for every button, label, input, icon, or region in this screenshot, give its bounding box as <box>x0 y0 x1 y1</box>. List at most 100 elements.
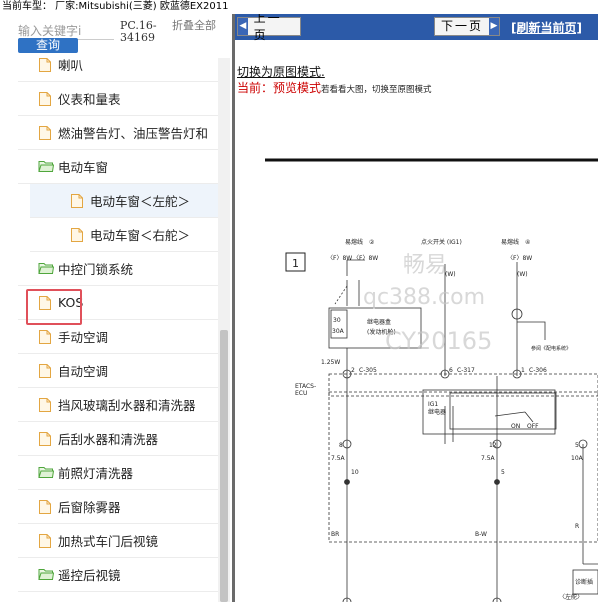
junction-dot-1 <box>344 479 350 485</box>
on-label: ON <box>511 423 520 430</box>
file-icon <box>70 227 84 243</box>
connector-3: C-306 <box>529 367 547 374</box>
file-icon <box>38 499 52 515</box>
r-wire <box>582 444 598 565</box>
fuse-8: 8 <box>339 442 343 449</box>
wire-bw-label: B-W <box>475 531 487 538</box>
file-icon <box>38 125 52 141</box>
relay-box-text-1: 继电器盒 <box>367 318 391 326</box>
tree-item[interactable]: 自动空调 <box>18 354 218 388</box>
amp-3: 10A <box>571 455 584 462</box>
fuse1-lead <box>346 259 365 276</box>
fuse-num-1: ② <box>369 239 375 246</box>
sidebar-scrollbar[interactable] <box>218 58 230 602</box>
file-icon <box>38 533 52 549</box>
fuse1-wires <box>346 280 360 306</box>
tree-item-label: 加热式车门后视镜 <box>58 534 159 549</box>
switch-original-mode-link[interactable]: 切换为原图模式. <box>237 63 325 80</box>
ignition-label: 点火开关 (IG1) <box>421 238 462 246</box>
arrow-right-icon: ▶ <box>489 18 499 35</box>
tree-item[interactable]: 后窗除雾器 <box>18 490 218 524</box>
relay-box-num: 30 <box>333 317 341 324</box>
diag-note: 诊断插 <box>575 578 593 586</box>
tree-item-label: 电动车窗 <box>58 160 109 175</box>
tree-item[interactable]: 手动空调 <box>18 320 218 354</box>
refresh-page-link[interactable]: [刷新当前页] <box>511 19 582 36</box>
tree-item[interactable]: 喇叭 <box>18 48 218 82</box>
tree-item[interactable]: 电动车窗 <box>18 150 218 184</box>
tree-item[interactable]: 电动车窗＜左舵＞ <box>30 184 218 218</box>
relay-switch <box>494 411 534 423</box>
tree-item-label: 中控门锁系统 <box>58 262 134 277</box>
file-icon <box>38 431 52 447</box>
tree-item[interactable]: 电动车窗＜右舵＞ <box>30 218 218 252</box>
tree-item[interactable]: 燃油警告灯、油压警告灯和 <box>18 116 218 150</box>
fuse-label-2: 易熔线 <box>501 238 519 246</box>
tree-item[interactable]: 前照灯清洗器 <box>18 456 218 490</box>
connector-1: C-305 <box>359 367 377 374</box>
ecu-label-2: ECU <box>295 390 307 397</box>
fuse1-dash <box>334 285 348 305</box>
folder-open-icon <box>38 465 55 481</box>
document-code: PC.16-34169 <box>120 19 157 44</box>
scrollbar-thumb[interactable] <box>220 330 228 602</box>
ig1-relay-inner <box>449 392 557 430</box>
file-icon <box>38 329 52 345</box>
relay-coil <box>444 406 454 444</box>
next-page-label: 下一页 <box>441 19 484 33</box>
tree-item[interactable]: 加热式车门后视镜 <box>18 524 218 558</box>
watermark-line-3: CY20165 <box>385 327 492 355</box>
connector-2: C-317 <box>457 367 475 374</box>
junction-dot-2 <box>494 479 500 485</box>
amp-1: 7.5A <box>331 455 346 462</box>
frame-number: 1 <box>292 257 299 270</box>
pin-5: 5 <box>501 469 505 476</box>
reference-note: 参阅《配电系统》 <box>531 345 571 352</box>
page-nav-bar: ◀ 上一页 下一页 ▶ [刷新当前页] <box>235 14 598 42</box>
tree-item-label: 自动空调 <box>58 364 109 379</box>
tree-item-label: 手动空调 <box>58 330 109 345</box>
tree-item[interactable]: KOS <box>18 286 218 320</box>
watermark-line-2: qc388.com <box>363 285 485 310</box>
view-mode-line: 当前：预览模式若看看大图，切换至原图模式 <box>237 79 432 96</box>
arrow-left-icon: ◀ <box>238 18 248 35</box>
file-icon <box>38 295 52 311</box>
prev-page-label: 上一页 <box>253 14 282 42</box>
next-page-button[interactable]: 下一页 ▶ <box>434 17 500 36</box>
w-label-2: (W) <box>517 271 528 278</box>
fb-label-1: 〈F〉8W <box>327 255 352 262</box>
folder-open-icon <box>38 159 55 175</box>
content-panel: ◀ 上一页 下一页 ▶ [刷新当前页] 切换为原图模式. 当前：预览模式若看看大… <box>235 14 598 602</box>
tree-item-label: 后窗除雾器 <box>58 500 121 515</box>
watermark-line-1: 畅易 <box>403 253 447 278</box>
wire-r-label: R <box>575 523 579 530</box>
tree-item-label: 挡风玻璃刮水器和清洗器 <box>58 398 196 413</box>
file-icon <box>38 91 52 107</box>
wiring-diagram[interactable]: 1 易熔线 ② 易熔线 ④ 点火开关 (IG1) 〈F〉8W 〈F〉8W 〈F〉… <box>235 144 598 602</box>
bottom-note: 〈左舵〉 <box>559 593 583 601</box>
pin-10: 10 <box>351 469 359 476</box>
tree-item[interactable]: 中控门锁系统 <box>18 252 218 286</box>
file-icon <box>38 397 52 413</box>
collapse-all-link[interactable]: 折叠全部 <box>172 20 216 31</box>
tree-item[interactable]: 挡风玻璃刮水器和清洗器 <box>18 388 218 422</box>
fb-label-2: 〈F〉8W <box>353 255 378 262</box>
wire-br-label: BR <box>331 531 339 538</box>
ig1-relay-label-1: IG1 <box>428 401 438 408</box>
folder-open-icon <box>38 261 55 277</box>
conn2-pin: 6 <box>449 367 453 374</box>
tree-item[interactable]: 仪表和量表 <box>18 82 218 116</box>
tree-item-label: 喇叭 <box>58 58 84 73</box>
amp-2: 7.5A <box>481 455 496 462</box>
tree-item[interactable]: 遥控后视镜 <box>18 558 218 592</box>
vehicle-info-bar: 当前车型： 厂家:Mitsubishi(三菱) 欧蓝德EX2011 <box>0 0 598 14</box>
fuse-5: 5 <box>575 442 579 449</box>
tree-item-label: 燃油警告灯、油压警告灯和 <box>58 126 209 141</box>
ig1-relay-label-2: 继电器 <box>428 408 446 416</box>
prev-page-button[interactable]: ◀ 上一页 <box>237 14 301 42</box>
folder-open-icon <box>38 567 55 583</box>
wire-label-1: 1.25W <box>321 359 340 366</box>
etacs-ecu-box <box>328 391 598 543</box>
tree-item[interactable]: 后刮水器和清洗器 <box>18 422 218 456</box>
sidebar: 查询 PC.16-34169 折叠全部 喇叭仪表和量表燃油警告灯、油压警告灯和电… <box>0 14 232 602</box>
